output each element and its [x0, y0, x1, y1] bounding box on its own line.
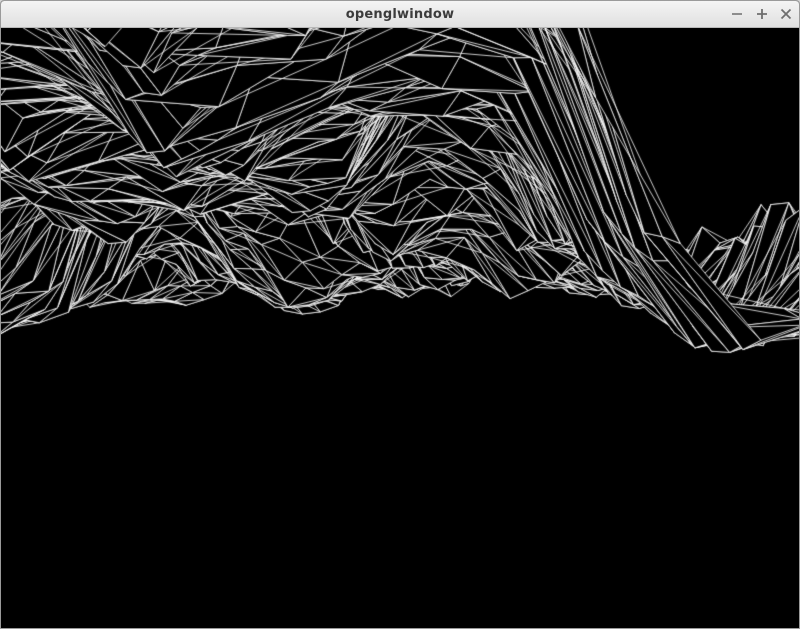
window-title: openglwindow	[345, 7, 455, 22]
wireframe-terrain-render	[1, 28, 799, 628]
minimize-icon	[732, 13, 742, 15]
close-icon	[780, 8, 792, 20]
title-bar[interactable]: openglwindow	[1, 1, 799, 28]
maximize-button[interactable]	[753, 5, 771, 23]
opengl-window: openglwindow	[0, 0, 800, 629]
maximize-icon	[757, 9, 767, 19]
gl-viewport[interactable]	[1, 28, 799, 628]
close-button[interactable]	[777, 5, 795, 23]
minimize-button[interactable]	[728, 5, 746, 23]
